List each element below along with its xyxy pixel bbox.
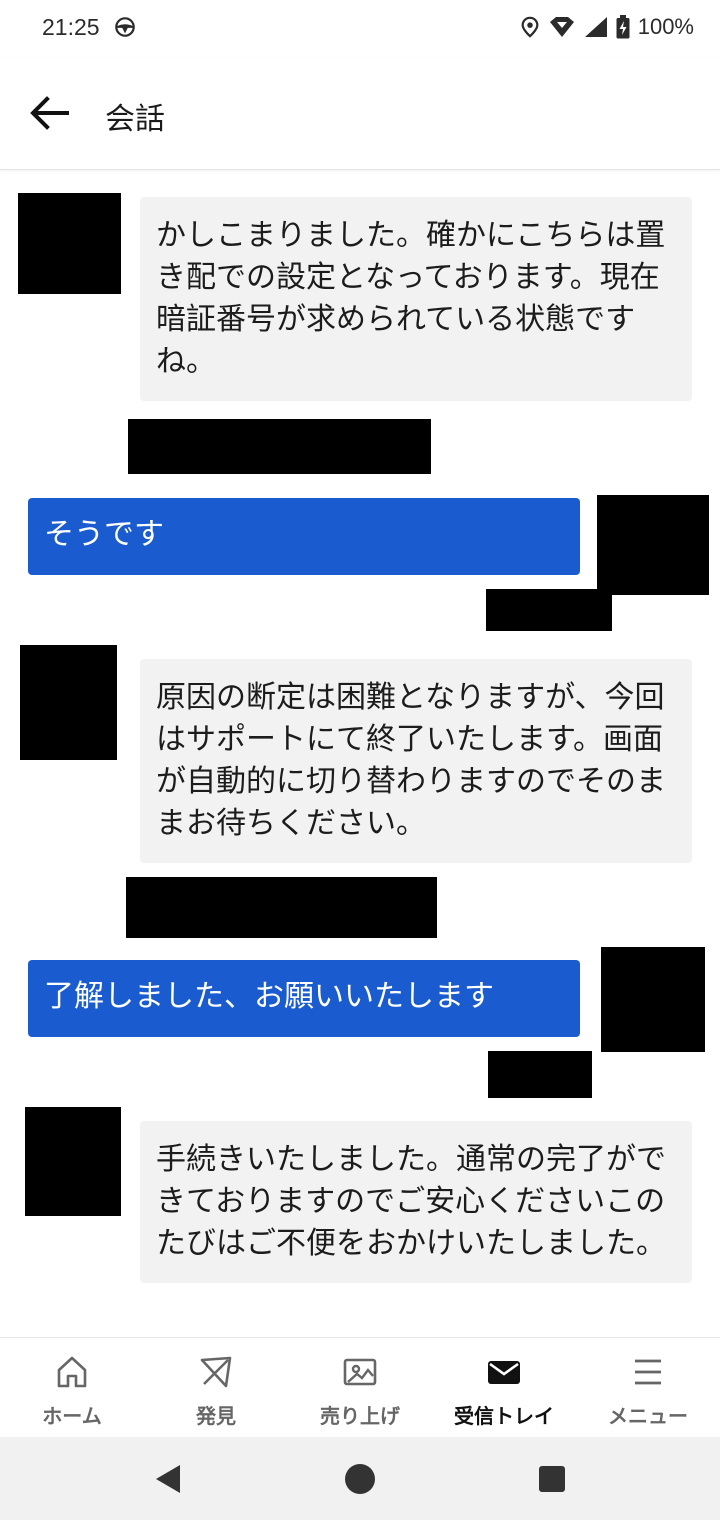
mail-icon [488,1361,520,1384]
redacted-avatar [597,495,709,595]
incoming-message: 原因の断定は困難となりますが、今回はサポートにて終了いたします。画面が自動的に切… [140,659,692,863]
nav-label: 売り上げ [320,1404,400,1428]
redacted-timestamp [488,1051,592,1098]
battery-icon [616,15,630,39]
nav-item-sales[interactable]: 売り上げ [288,1338,432,1438]
nav-label: メニュー [608,1404,688,1428]
wifi-icon [549,17,574,37]
outgoing-message: 了解しました、お願いいたします [28,960,580,1037]
redacted-avatar [601,947,705,1052]
home-circle-icon[interactable] [344,1463,376,1495]
incoming-message: 手続きいたしました。通常の完了ができておりますのでご安心くださいこのたびはご不便… [140,1121,692,1283]
incoming-message: かしこまりました。確かにこちらは置き配での設定となっております。現在暗証番号が求… [140,197,692,401]
home-icon [57,1356,87,1388]
page-title: 会話 [105,102,165,137]
location-icon [521,16,539,38]
redacted-avatar [20,645,117,760]
status-icons: 100% [520,14,694,40]
redacted-avatar [18,193,121,294]
bottom-navigation: ホーム 発見 売り上げ 受信トレイ メニュー [0,1337,720,1437]
arrow-left-icon [30,96,69,130]
redacted-timestamp [128,419,431,474]
nav-item-menu[interactable]: メニュー [576,1338,720,1438]
compass-icon [200,1356,232,1388]
back-triangle-icon[interactable] [152,1463,184,1495]
battery-percentage: 100% [637,14,694,39]
redacted-timestamp [126,877,437,938]
nav-item-discover[interactable]: 発見 [144,1338,288,1438]
menu-icon [635,1359,661,1385]
back-button[interactable] [24,88,74,138]
nav-item-inbox[interactable]: 受信トレイ [432,1338,576,1438]
status-time: 21:25 [42,14,100,40]
chat-thread[interactable]: かしこまりました。確かにこちらは置き配での設定となっております。現在暗証番号が求… [0,171,720,1337]
steering-wheel-icon [115,17,135,37]
nav-label: ホーム [42,1404,102,1428]
money-icon [343,1358,377,1386]
app-header: 会話 [0,58,720,170]
outgoing-message: そうです [28,498,580,575]
nav-label: 受信トレイ [454,1404,554,1428]
nav-label: 発見 [196,1404,236,1428]
redacted-avatar [25,1107,121,1216]
recents-square-icon[interactable] [536,1463,568,1495]
nav-item-home[interactable]: ホーム [0,1338,144,1438]
signal-icon [584,17,607,37]
redacted-timestamp [486,589,612,631]
status-bar: 21:25 100% [0,0,720,58]
system-navigation-bar [0,1437,720,1520]
